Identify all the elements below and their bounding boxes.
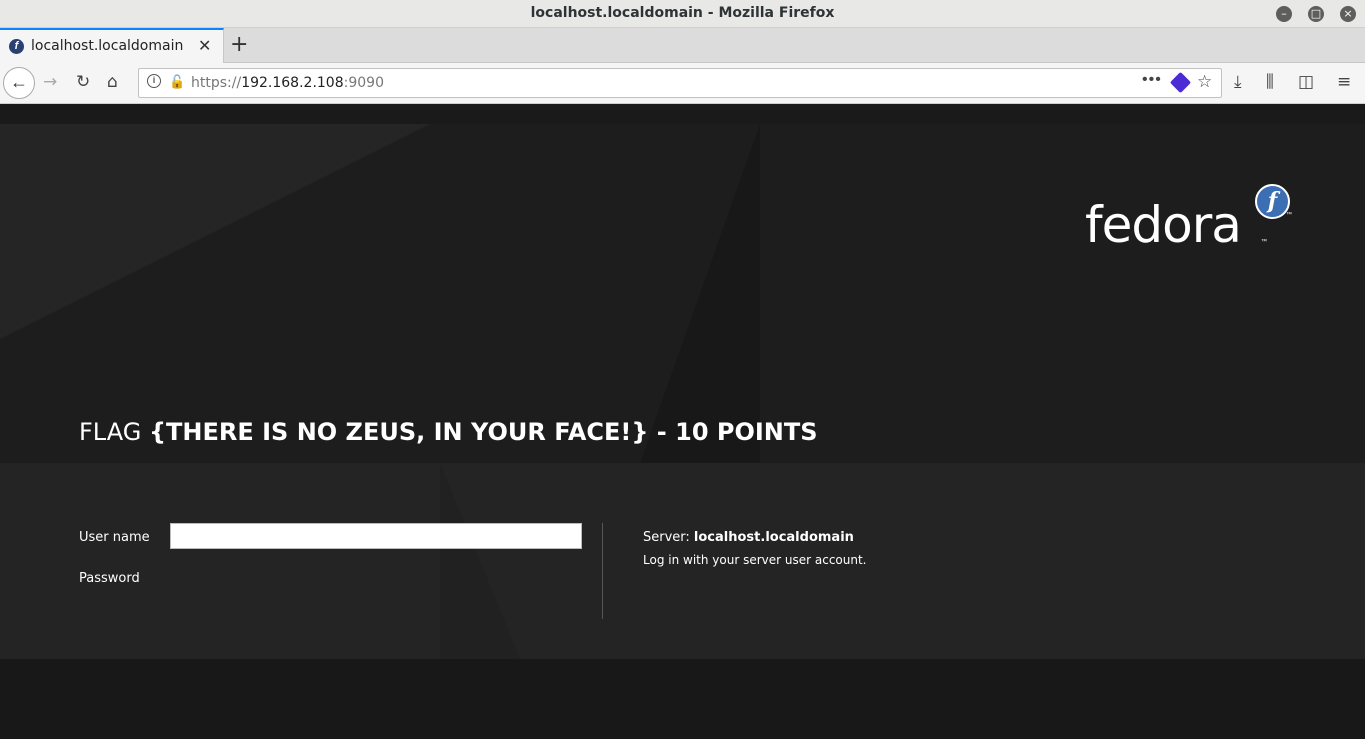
server-label: Server: [643, 530, 694, 545]
tab-localhost[interactable]: f localhost.localdomain ✕ [0, 28, 224, 63]
fedora-logo: fedora [1085, 196, 1242, 254]
login-hint: Log in with your server user account. [643, 553, 867, 567]
tab-label: localhost.localdomain [31, 38, 184, 54]
navigation-bar: ← → ↻ ⌂ i 🔓 https://192.168.2.108:9090 •… [0, 63, 1365, 104]
window-titlebar: localhost.localdomain - Mozilla Firefox … [0, 0, 1365, 28]
minimize-icon[interactable]: – [1276, 6, 1292, 22]
new-tab-icon[interactable]: + [230, 32, 248, 57]
fedora-favicon-icon: f [9, 39, 24, 54]
background-shape [440, 463, 520, 659]
tab-strip: f localhost.localdomain ✕ + [0, 28, 1365, 63]
password-label: Password [79, 571, 140, 586]
page-actions-icon[interactable]: ••• [1142, 71, 1162, 89]
site-info-icon[interactable]: i [147, 74, 161, 88]
flag-banner: FLAG {THERE IS NO ZEUS, IN YOUR FACE!} -… [79, 418, 818, 446]
url-host: 192.168.2.108 [241, 75, 344, 91]
username-label: User name [79, 530, 150, 545]
url-scheme: https:// [191, 75, 242, 91]
maximize-icon[interactable]: □ [1308, 6, 1324, 22]
tab-close-icon[interactable]: ✕ [198, 36, 211, 56]
trademark-mark: ™ [1286, 212, 1292, 218]
extension-icon[interactable] [1169, 71, 1192, 94]
flag-prefix: FLAG [79, 418, 149, 446]
home-icon[interactable]: ⌂ [107, 72, 118, 92]
url-bar[interactable]: i 🔓 https://192.168.2.108:9090 ••• ☆ [138, 68, 1222, 98]
downloads-icon[interactable]: ⤓ [1234, 72, 1242, 92]
url-port: :9090 [343, 75, 384, 91]
url-text[interactable]: https://192.168.2.108:9090 [191, 75, 384, 91]
server-name: localhost.localdomain [693, 530, 854, 545]
footer-band [0, 659, 1365, 739]
background-shape [640, 124, 760, 463]
close-icon[interactable]: × [1340, 6, 1356, 22]
form-divider [602, 523, 603, 619]
fedora-badge-icon: f [1255, 184, 1290, 219]
forward-arrow-icon[interactable]: → [43, 72, 57, 92]
reload-icon[interactable]: ↻ [76, 72, 90, 92]
page-content: fedora f ™ ™ FLAG {THERE IS NO ZEUS, IN … [0, 124, 1365, 739]
sidebar-icon[interactable]: ◫ [1298, 72, 1314, 92]
server-info: Server: localhost.localdomain [643, 530, 854, 545]
trademark-mark: ™ [1261, 239, 1267, 245]
bookmark-star-icon[interactable]: ☆ [1197, 72, 1212, 92]
username-input[interactable] [170, 523, 582, 549]
library-icon[interactable]: ⫼ [1266, 72, 1274, 92]
menu-icon[interactable]: ≡ [1337, 72, 1351, 92]
background-shape [0, 124, 430, 339]
insecure-lock-icon[interactable]: 🔓 [169, 74, 185, 90]
flag-text: {THERE IS NO ZEUS, IN YOUR FACE!} - 10 P… [148, 418, 818, 446]
back-arrow-icon[interactable]: ← [3, 67, 35, 99]
window-title: localhost.localdomain - Mozilla Firefox [530, 5, 835, 21]
